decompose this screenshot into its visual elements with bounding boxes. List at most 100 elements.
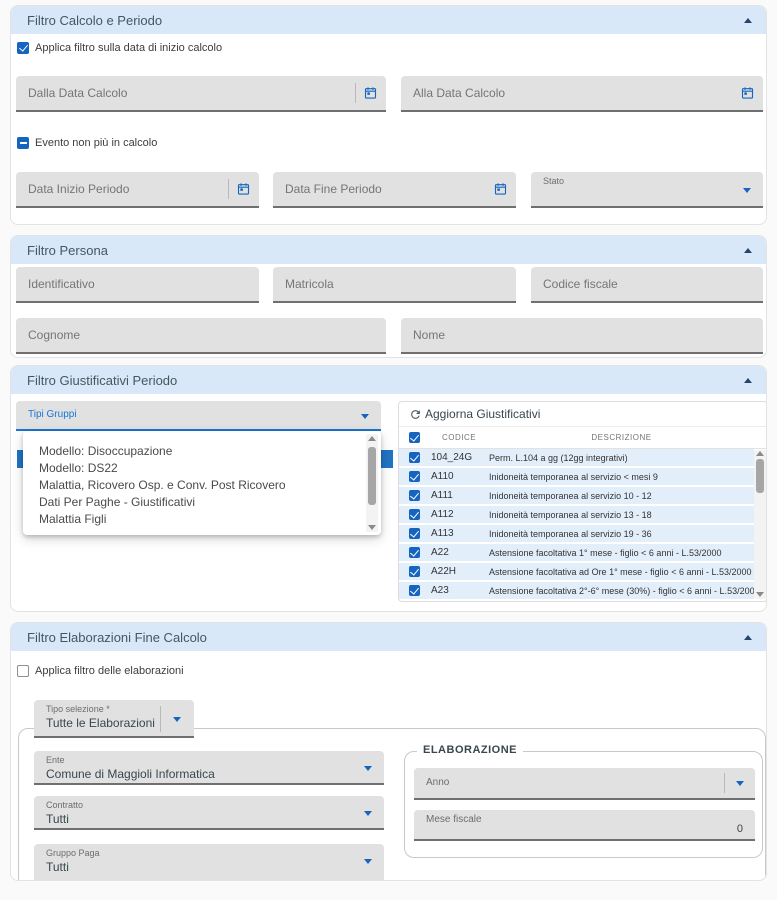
row-desc: Astensione facoltativa 1° mese - figlio …: [489, 548, 754, 558]
row-checkbox[interactable]: [409, 547, 420, 558]
table-row[interactable]: A110 Inidoneità temporanea al servizio <…: [399, 468, 754, 485]
row-checkbox[interactable]: [409, 490, 420, 501]
data-inizio-periodo-field[interactable]: Data Inizio Periodo: [16, 172, 259, 208]
collapse-arrow-icon[interactable]: [744, 18, 752, 23]
stato-select[interactable]: Stato: [531, 172, 763, 208]
cognome-field[interactable]: Cognome: [16, 318, 386, 354]
anno-select[interactable]: Anno: [414, 768, 755, 800]
calendar-icon[interactable]: [363, 86, 378, 101]
scroll-up-icon[interactable]: [756, 451, 764, 456]
select-all-checkbox[interactable]: [409, 432, 420, 443]
elaborazione-groupbox: ELABORAZIONE Anno Mese fiscale 0: [404, 751, 763, 858]
matricola-field[interactable]: Matricola: [273, 267, 516, 303]
row-code: A112: [429, 509, 489, 520]
gruppo-paga-select[interactable]: Gruppo Paga Tutti: [34, 844, 384, 881]
nome-field[interactable]: Nome: [401, 318, 763, 354]
table-row[interactable]: A23 Astensione facoltativa 2°-6° mese (3…: [399, 582, 754, 599]
identificativo-field[interactable]: Identificativo: [16, 267, 259, 303]
alla-data-calcolo-field[interactable]: Alla Data Calcolo: [401, 76, 763, 112]
giustificativi-table-card: Aggiorna Giustificativi CODICE DESCRIZIO…: [398, 401, 767, 602]
calendar-icon[interactable]: [493, 182, 508, 197]
field-divider: [228, 179, 229, 199]
calendar-icon[interactable]: [236, 182, 251, 197]
scrollbar-thumb[interactable]: [368, 447, 376, 505]
table-row[interactable]: 104_24G Perm. L.104 a gg (12gg integrati…: [399, 449, 754, 466]
refresh-icon: [409, 408, 422, 421]
checkbox-indeterminate-icon[interactable]: [17, 137, 29, 149]
table-row[interactable]: A22H Astensione facoltativa ad Ore 1° me…: [399, 563, 754, 580]
chevron-down-icon: [364, 859, 372, 864]
dalla-data-calcolo-field[interactable]: Dalla Data Calcolo: [16, 76, 386, 112]
aggiorna-giustificativi-button[interactable]: Aggiorna Giustificativi: [399, 402, 767, 427]
scroll-down-icon[interactable]: [756, 592, 764, 597]
codice-fiscale-field[interactable]: Codice fiscale: [531, 267, 763, 303]
scroll-down-icon[interactable]: [368, 525, 376, 530]
row-code: A22H: [429, 566, 489, 577]
section-header-persona: Filtro Persona: [11, 236, 766, 264]
calendar-icon[interactable]: [740, 86, 755, 101]
checkbox-checked-icon[interactable]: [17, 42, 29, 54]
mese-fiscale-field[interactable]: Mese fiscale 0: [414, 810, 755, 841]
checkbox-unchecked-icon[interactable]: [17, 665, 29, 677]
collapse-arrow-icon[interactable]: [744, 635, 752, 640]
row-code: 104_24G: [429, 452, 489, 463]
chevron-down-icon: [736, 781, 744, 786]
row-desc: Inidoneità temporanea al servizio 19 - 3…: [489, 529, 754, 539]
table-row[interactable]: A22 Astensione facoltativa 1° mese - fig…: [399, 544, 754, 561]
field-placeholder: Codice fiscale: [543, 277, 618, 291]
row-checkbox[interactable]: [409, 509, 420, 520]
row-checkbox[interactable]: [409, 471, 420, 482]
section-persona: Filtro Persona Identificativo Matricola …: [10, 235, 767, 358]
collapse-arrow-icon[interactable]: [744, 248, 752, 253]
column-header-codice: CODICE: [429, 433, 489, 442]
dropdown-scrollbar[interactable]: [366, 434, 378, 532]
field-divider: [160, 706, 161, 732]
table-row[interactable]: A112 Inidoneità temporanea al servizio 1…: [399, 506, 754, 523]
table-row[interactable]: A113 Inidoneità temporanea al servizio 1…: [399, 525, 754, 542]
table-row[interactable]: A111 Inidoneità temporanea al servizio 1…: [399, 487, 754, 504]
contratto-select[interactable]: Contratto Tutti: [34, 796, 384, 830]
row-checkbox[interactable]: [409, 566, 420, 577]
ente-select[interactable]: Ente Comune di Maggioli Informatica: [34, 751, 384, 785]
row-desc: Inidoneità temporanea al servizio < mesi…: [489, 472, 754, 482]
table-body: 104_24G Perm. L.104 a gg (12gg integrati…: [399, 449, 767, 599]
tipo-selezione-select[interactable]: Tipo selezione * Tutte le Elaborazioni: [34, 700, 194, 738]
chevron-down-icon: [743, 188, 751, 193]
field-placeholder: Alla Data Calcolo: [413, 86, 505, 100]
menu-item[interactable]: Modello: DS22: [23, 460, 381, 477]
row-checkbox[interactable]: [409, 585, 420, 596]
row-checkbox[interactable]: [409, 452, 420, 463]
row-desc: Inidoneità temporanea al servizio 10 - 1…: [489, 491, 754, 501]
field-divider: [355, 83, 356, 103]
section-header-elaborazioni: Filtro Elaborazioni Fine Calcolo: [11, 623, 766, 651]
field-placeholder: Data Fine Periodo: [285, 182, 382, 196]
section-header-giustificativi: Filtro Giustificativi Periodo: [11, 366, 766, 394]
field-divider: [724, 773, 725, 793]
section-calcolo-periodo: Filtro Calcolo e Periodo Applica filtro …: [10, 5, 767, 225]
collapse-arrow-icon[interactable]: [744, 378, 752, 383]
evento-checkbox-row: Evento non più in calcolo: [17, 137, 157, 149]
data-fine-periodo-field[interactable]: Data Fine Periodo: [273, 172, 516, 208]
row-checkbox[interactable]: [409, 528, 420, 539]
checkbox-label: Evento non più in calcolo: [35, 137, 157, 149]
menu-item[interactable]: Malattia Figli: [23, 511, 381, 528]
field-value: Comune di Maggioli Informatica: [46, 767, 215, 781]
field-label: Ente: [46, 755, 65, 765]
menu-item[interactable]: Modello: Disoccupazione: [23, 443, 381, 460]
table-scrollbar[interactable]: [754, 450, 766, 599]
field-placeholder: Cognome: [28, 328, 80, 342]
section-giustificativi: Filtro Giustificativi Periodo Tipi Grupp…: [10, 365, 767, 612]
field-value: Tutti: [46, 860, 69, 874]
scroll-up-icon[interactable]: [368, 436, 376, 441]
field-value: Tutti: [46, 812, 69, 826]
section-header-calcolo: Filtro Calcolo e Periodo: [11, 6, 766, 34]
field-value: 0: [737, 823, 743, 835]
scrollbar-thumb[interactable]: [756, 459, 764, 493]
refresh-action-label: Aggiorna Giustificativi: [425, 407, 540, 421]
menu-item[interactable]: Malattia, Ricovero Osp. e Conv. Post Ric…: [23, 477, 381, 494]
checkbox-label: Applica filtro sulla data di inizio calc…: [35, 42, 222, 54]
field-label: Mese fiscale: [426, 814, 482, 825]
row-desc: Inidoneità temporanea al servizio 13 - 1…: [489, 510, 754, 520]
menu-item[interactable]: Dati Per Paghe - Giustificativi: [23, 494, 381, 511]
tipi-gruppi-select[interactable]: Tipi Gruppi: [16, 401, 381, 431]
